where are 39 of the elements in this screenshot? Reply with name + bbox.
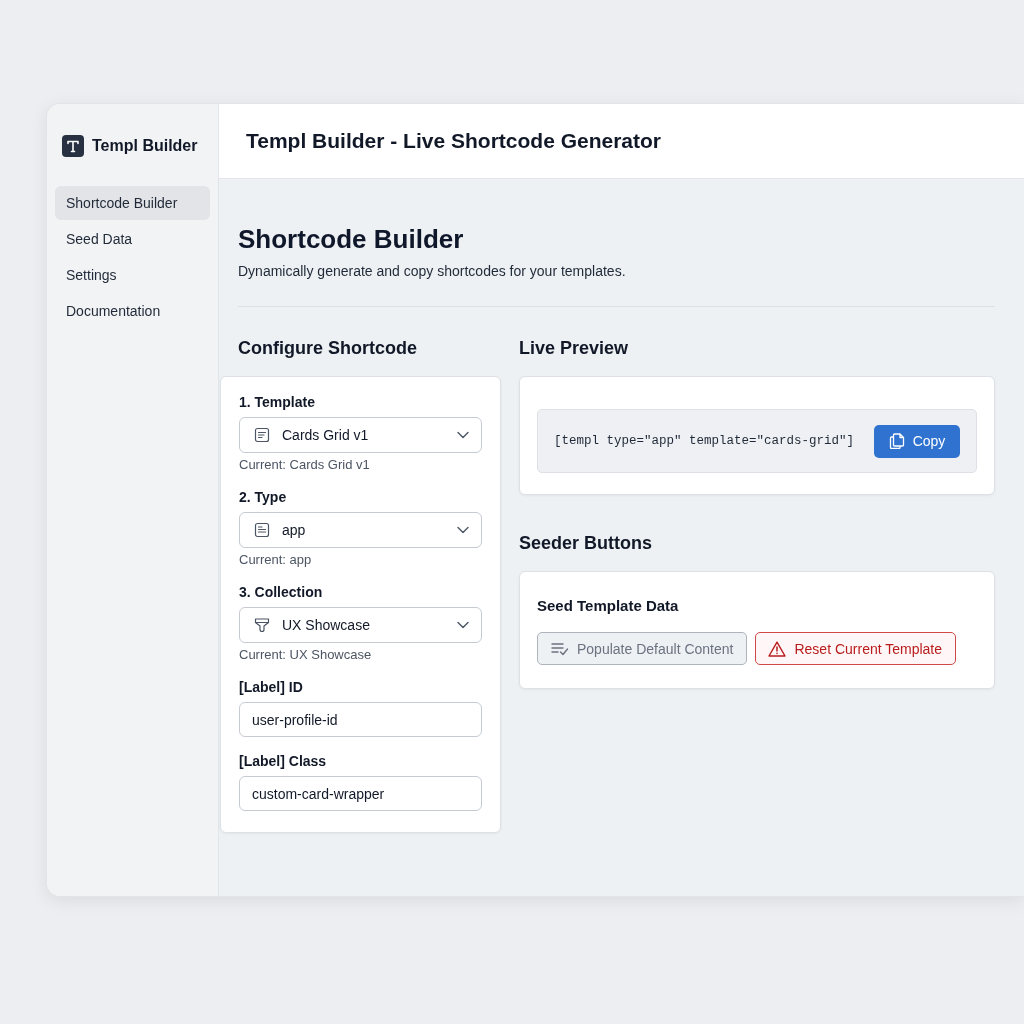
field-label: 3. Collection [239, 583, 324, 601]
chevron-down-icon [457, 526, 469, 534]
section-heading: Live Preview [519, 337, 630, 359]
helper-text: Current: UX Showcase [239, 647, 373, 663]
sidebar-item[interactable]: Seed Data [55, 222, 210, 256]
header-title: Templ Builder - Live Shortcode Generator [246, 129, 662, 153]
helper-text: Current: app [239, 552, 313, 568]
populate-button[interactable]: Populate Default Content [537, 632, 748, 665]
chevron-down-icon [457, 621, 469, 629]
checklist-icon [551, 641, 569, 656]
sidebar-item[interactable]: Shortcode Builder [55, 186, 210, 220]
dropdown-field[interactable]: UX Showcase [239, 607, 482, 643]
document-icon [254, 427, 270, 443]
dropdown-field[interactable]: Cards Grid v1 [239, 417, 482, 453]
sidebar-item[interactable]: Settings [55, 258, 210, 292]
warning-icon [768, 640, 787, 657]
field-label: 1. Template [239, 393, 316, 411]
copy-icon [888, 433, 905, 449]
dropdown-field[interactable]: app [239, 512, 482, 548]
page-subtitle: Dynamically generate and copy shortcodes for your templates. [238, 262, 627, 280]
brand-name: Templ Builder [92, 137, 198, 155]
text-field[interactable]: user-profile-id [239, 702, 482, 737]
logo-icon [62, 135, 84, 157]
card-title: Seed Template Data [537, 596, 680, 616]
section-heading: Seeder Buttons [519, 532, 654, 554]
field-label: 2. Type [239, 488, 288, 506]
field-label: [Label] ID [239, 678, 304, 696]
field-label: [Label] Class [239, 752, 328, 770]
shortcode-text: [templ type="app" template="cards-grid"] [554, 434, 855, 448]
funnel-icon [254, 617, 270, 633]
page-title: Shortcode Builder [238, 224, 465, 254]
list-icon [254, 522, 270, 538]
helper-text: Current: Cards Grid v1 [239, 457, 371, 473]
sidebar-item[interactable]: Documentation [55, 294, 210, 328]
text-field[interactable]: custom-card-wrapper [239, 776, 482, 811]
reset-button[interactable]: Reset Current Template [755, 632, 957, 665]
section-heading: Configure Shortcode [238, 337, 418, 359]
chevron-down-icon [457, 431, 469, 439]
copy-button[interactable]: Copy [874, 424, 960, 458]
